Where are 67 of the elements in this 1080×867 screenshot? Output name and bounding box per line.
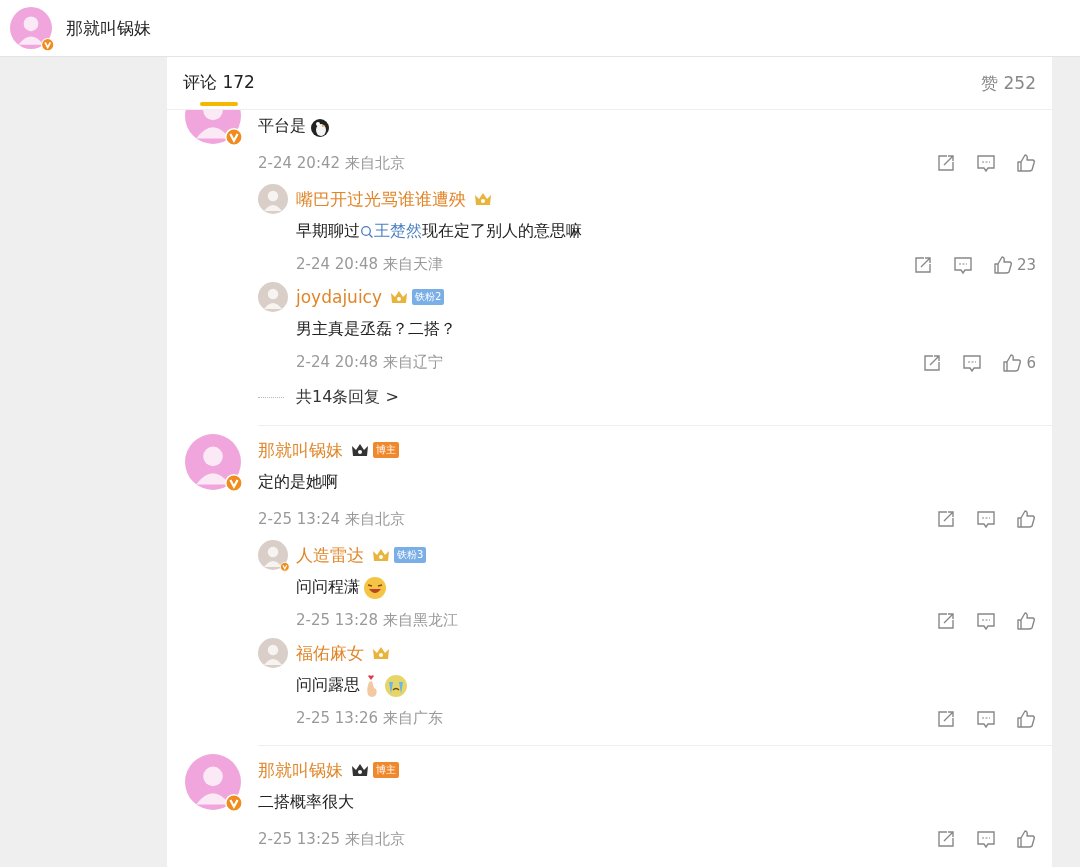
- comment-text: 问问程潇: [296, 571, 1036, 604]
- user-name[interactable]: 那就叫锅妹: [66, 16, 151, 40]
- user-name[interactable]: 人造雷达: [296, 543, 364, 567]
- verified-icon: [280, 562, 290, 572]
- comment-icon[interactable]: [976, 829, 996, 849]
- avatar-icon[interactable]: [185, 434, 241, 490]
- mention-link[interactable]: 王楚然: [360, 221, 422, 242]
- like-count: 23: [1016, 255, 1036, 274]
- share-icon[interactable]: [936, 610, 956, 631]
- avatar-icon[interactable]: [258, 184, 288, 214]
- user-name[interactable]: 那就叫锅妹: [258, 438, 343, 462]
- like-count: 6: [1026, 353, 1036, 372]
- like-icon[interactable]: [1016, 610, 1036, 631]
- like-icon[interactable]: [992, 254, 1013, 275]
- comment-icon[interactable]: [976, 708, 996, 729]
- more-replies-link[interactable]: 共14条回复 >: [296, 386, 399, 408]
- search-icon: [360, 224, 374, 239]
- user-badge: 博主: [373, 762, 399, 778]
- share-icon[interactable]: [936, 153, 956, 173]
- user-badge: 博主: [373, 442, 399, 458]
- comment-time: 2-24 20:48 来自天津: [296, 255, 443, 274]
- user-name[interactable]: joydajuicy: [296, 287, 383, 307]
- comment-time: 2-25 13:24 来自北京: [258, 509, 405, 529]
- share-icon[interactable]: [936, 829, 956, 849]
- comment-time: 2-24 20:48 来自辽宁: [296, 353, 443, 372]
- like-icon[interactable]: [1016, 708, 1036, 729]
- comment-icon[interactable]: [976, 153, 996, 173]
- comment-text: 二搭概率很大: [258, 791, 355, 813]
- share-icon[interactable]: [936, 708, 956, 729]
- user-badge: 铁粉3: [394, 547, 427, 563]
- avatar-icon[interactable]: [258, 282, 288, 312]
- crying-face-icon: [384, 673, 408, 698]
- avatar-icon[interactable]: [185, 754, 241, 810]
- like-icon[interactable]: [1016, 153, 1036, 173]
- comments-tab[interactable]: 评论 172: [183, 57, 255, 109]
- comment-icon[interactable]: [962, 352, 983, 373]
- comment-text: 问问露思: [296, 669, 1036, 702]
- user-name[interactable]: 福佑麻女: [296, 641, 364, 665]
- verified-icon: [225, 474, 243, 492]
- comment-time: 2-24 20:42 来自北京: [258, 153, 405, 173]
- verified-icon: [40, 37, 54, 51]
- share-icon[interactable]: [922, 352, 943, 373]
- user-badge: 铁粉2: [412, 289, 445, 305]
- comment-text: 平台是: [258, 110, 1036, 143]
- laughing-face-icon: [363, 575, 387, 600]
- comment-text: 定的是她啊: [258, 471, 339, 493]
- like-icon[interactable]: [1002, 352, 1023, 373]
- comment-time: 2-25 13:26 来自广东: [296, 709, 443, 728]
- comment-text: 男主真是丞磊？二搭？: [296, 318, 457, 340]
- comment-icon[interactable]: [976, 509, 996, 529]
- share-icon[interactable]: [936, 509, 956, 529]
- likes-count[interactable]: 赞 252: [981, 71, 1036, 95]
- avatar-icon[interactable]: [258, 540, 288, 570]
- like-icon[interactable]: [1016, 509, 1036, 529]
- avatar-icon[interactable]: [10, 7, 52, 49]
- comment-icon[interactable]: [976, 610, 996, 631]
- like-icon[interactable]: [1016, 829, 1036, 849]
- user-name[interactable]: 嘴巴开过光骂谁谁遭殃: [296, 187, 466, 211]
- share-icon[interactable]: [912, 254, 933, 275]
- verified-icon: [225, 128, 243, 146]
- avatar-icon[interactable]: [258, 638, 288, 668]
- verified-icon: [225, 794, 243, 812]
- comment-time: 2-25 13:25 来自北京: [258, 829, 405, 849]
- comment-text: 早期聊过 王楚然现在定了别人的意思嘛: [296, 220, 583, 244]
- user-name[interactable]: 那就叫锅妹: [258, 758, 343, 782]
- comment-time: 2-25 13:28 来自黑龙江: [296, 611, 458, 630]
- comment-icon[interactable]: [952, 254, 973, 275]
